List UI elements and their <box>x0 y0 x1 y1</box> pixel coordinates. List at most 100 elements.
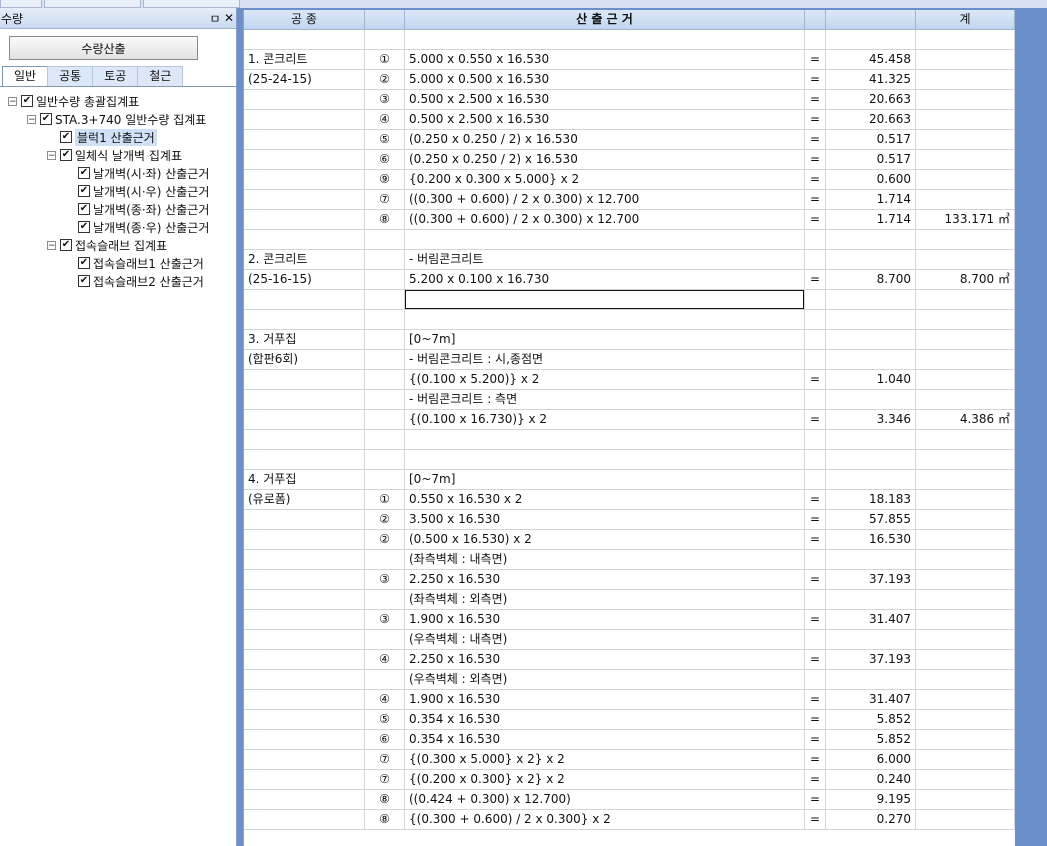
value-cell[interactable] <box>826 550 916 569</box>
work-type-cell[interactable] <box>244 610 365 629</box>
equals-cell[interactable]: = <box>805 70 826 89</box>
value-cell[interactable] <box>826 390 916 409</box>
value-cell[interactable] <box>826 290 916 309</box>
work-type-cell[interactable]: 4. 거푸집 <box>244 470 365 489</box>
tab-common[interactable]: 공통 <box>47 66 94 86</box>
total-cell[interactable] <box>916 150 1015 169</box>
formula-cell[interactable]: ((0.424 + 0.300) x 12.700) <box>405 790 805 809</box>
item-no-cell[interactable]: ⑨ <box>365 170 405 189</box>
formula-cell[interactable]: 5.200 x 0.100 x 16.730 <box>405 270 805 289</box>
item-no-cell[interactable]: ④ <box>365 690 405 709</box>
equals-cell[interactable]: = <box>805 110 826 129</box>
work-type-cell[interactable] <box>244 30 365 49</box>
equals-cell[interactable]: = <box>805 710 826 729</box>
formula-cell[interactable]: {(0.100 x 5.200)} x 2 <box>405 370 805 389</box>
tree-node[interactable]: ✔ 날개벽(시·좌) 산출근거 <box>78 164 209 182</box>
formula-cell[interactable]: (좌측벽체 : 내측면) <box>405 550 805 569</box>
value-cell[interactable]: 6.000 <box>826 750 916 769</box>
total-cell[interactable] <box>916 90 1015 109</box>
header-equals[interactable] <box>805 10 826 30</box>
work-type-cell[interactable] <box>244 590 365 609</box>
item-no-cell[interactable]: ⑦ <box>365 190 405 209</box>
header-no[interactable] <box>365 10 405 30</box>
value-cell[interactable]: 57.855 <box>826 510 916 529</box>
value-cell[interactable]: 5.852 <box>826 730 916 749</box>
work-type-cell[interactable] <box>244 230 365 249</box>
formula-cell[interactable]: {(0.100 x 16.730)} x 2 <box>405 410 805 429</box>
total-cell[interactable]: 4.386 ㎡ <box>916 410 1015 429</box>
total-cell[interactable] <box>916 530 1015 549</box>
value-cell[interactable]: 37.193 <box>826 570 916 589</box>
tree-expander-icon[interactable]: − <box>47 150 56 160</box>
work-type-cell[interactable] <box>244 210 365 229</box>
work-type-cell[interactable] <box>244 370 365 389</box>
total-cell[interactable] <box>916 570 1015 589</box>
total-cell[interactable] <box>916 170 1015 189</box>
item-no-cell[interactable] <box>365 30 405 49</box>
value-cell[interactable]: 3.346 <box>826 410 916 429</box>
item-no-cell[interactable] <box>365 410 405 429</box>
total-cell[interactable] <box>916 670 1015 689</box>
tree-node[interactable]: − ✔ 일반수량 총괄집계표 <box>8 92 139 110</box>
work-type-cell[interactable] <box>244 90 365 109</box>
item-no-cell[interactable] <box>365 550 405 569</box>
tab-general[interactable]: 일반 <box>2 66 49 87</box>
tree-checkbox[interactable]: ✔ <box>60 149 72 161</box>
tree-node[interactable]: ✔ 블럭1 산출근거 <box>60 128 157 146</box>
total-cell[interactable] <box>916 310 1015 329</box>
item-no-cell[interactable]: ① <box>365 490 405 509</box>
formula-cell[interactable] <box>405 230 805 249</box>
value-cell[interactable]: 16.530 <box>826 530 916 549</box>
tab-earthwork[interactable]: 토공 <box>92 66 139 86</box>
equals-cell[interactable]: = <box>805 210 826 229</box>
work-type-cell[interactable] <box>244 550 365 569</box>
equals-cell[interactable]: = <box>805 750 826 769</box>
formula-cell[interactable]: 0.550 x 16.530 x 2 <box>405 490 805 509</box>
work-type-cell[interactable] <box>244 390 365 409</box>
equals-cell[interactable] <box>805 330 826 349</box>
equals-cell[interactable] <box>805 290 826 309</box>
tree-checkbox[interactable]: ✔ <box>78 203 90 215</box>
value-cell[interactable] <box>826 310 916 329</box>
work-type-cell[interactable]: 2. 콘크리트 <box>244 250 365 269</box>
equals-cell[interactable]: = <box>805 490 826 509</box>
equals-cell[interactable]: = <box>805 810 826 829</box>
equals-cell[interactable]: = <box>805 90 826 109</box>
equals-cell[interactable] <box>805 590 826 609</box>
total-cell[interactable] <box>916 290 1015 309</box>
tree-expander-icon[interactable]: − <box>8 96 17 106</box>
total-cell[interactable] <box>916 250 1015 269</box>
item-no-cell[interactable]: ⑤ <box>365 130 405 149</box>
total-cell[interactable] <box>916 390 1015 409</box>
formula-cell[interactable]: {(0.200 x 0.300} x 2} x 2 <box>405 770 805 789</box>
tree-checkbox[interactable]: ✔ <box>21 95 33 107</box>
equals-cell[interactable] <box>805 550 826 569</box>
header-value[interactable] <box>826 10 916 30</box>
value-cell[interactable]: 1.714 <box>826 210 916 229</box>
value-cell[interactable]: 0.600 <box>826 170 916 189</box>
formula-cell[interactable]: 1.900 x 16.530 <box>405 610 805 629</box>
value-cell[interactable]: 31.407 <box>826 610 916 629</box>
item-no-cell[interactable]: ⑥ <box>365 150 405 169</box>
total-cell[interactable] <box>916 430 1015 449</box>
value-cell[interactable]: 0.270 <box>826 810 916 829</box>
formula-cell[interactable]: {0.200 x 0.300 x 5.000} x 2 <box>405 170 805 189</box>
equals-cell[interactable] <box>805 230 826 249</box>
equals-cell[interactable] <box>805 310 826 329</box>
equals-cell[interactable]: = <box>805 270 826 289</box>
tree-expander-icon[interactable]: − <box>47 240 56 250</box>
formula-cell[interactable]: {(0.300 x 5.000} x 2} x 2 <box>405 750 805 769</box>
value-cell[interactable]: 20.663 <box>826 110 916 129</box>
value-cell[interactable] <box>826 670 916 689</box>
equals-cell[interactable]: = <box>805 570 826 589</box>
equals-cell[interactable]: = <box>805 790 826 809</box>
work-type-cell[interactable] <box>244 450 365 469</box>
equals-cell[interactable] <box>805 250 826 269</box>
item-no-cell[interactable] <box>365 630 405 649</box>
value-cell[interactable] <box>826 350 916 369</box>
tree-node[interactable]: ✔ 접속슬래브2 산출근거 <box>78 272 204 290</box>
work-type-cell[interactable] <box>244 750 365 769</box>
formula-cell[interactable]: (0.250 x 0.250 / 2) x 16.530 <box>405 130 805 149</box>
work-type-cell[interactable] <box>244 730 365 749</box>
value-cell[interactable]: 0.240 <box>826 770 916 789</box>
